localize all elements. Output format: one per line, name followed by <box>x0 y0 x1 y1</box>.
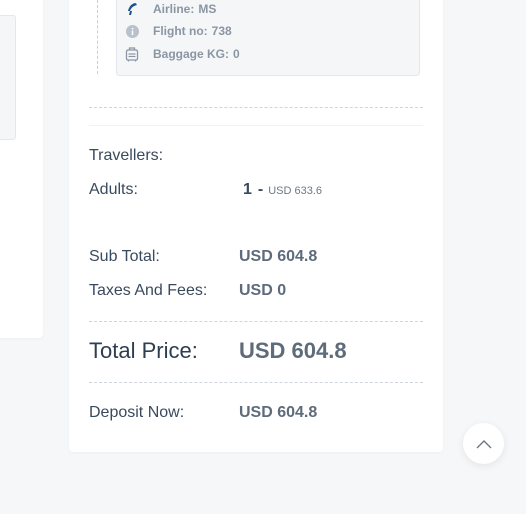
airline-logo-icon <box>125 2 139 16</box>
adults-price: USD 633.6 <box>268 185 323 197</box>
baggage-label: Baggage KG: <box>153 47 230 61</box>
chevron-up-icon <box>476 439 492 449</box>
divider <box>89 107 423 108</box>
subtotal-label: Sub Total: <box>89 248 160 265</box>
timeline-divider <box>97 0 98 74</box>
airline-value: MS <box>198 2 217 16</box>
taxes-value: USD 0 <box>239 282 287 299</box>
flight-number-label: Flight no: <box>153 24 208 38</box>
airline-label: Airline: <box>153 2 195 16</box>
airline-row: Airline: MS <box>125 2 216 16</box>
adults-value: 1 - USD 633.6 <box>243 181 322 199</box>
adults-dash: - <box>257 181 264 198</box>
travellers-label: Travellers: <box>89 147 164 164</box>
deposit-label: Deposit Now: <box>89 404 185 421</box>
total-price-label: Total Price: <box>89 338 198 363</box>
luggage-icon <box>125 47 139 62</box>
flight-number-row: Flight no: 738 <box>125 24 232 38</box>
subtotal-value: USD 604.8 <box>239 248 318 265</box>
divider <box>89 382 423 383</box>
flight-number-value: 738 <box>211 24 232 38</box>
adults-label: Adults: <box>89 181 138 198</box>
divider <box>89 125 423 126</box>
total-price-value: USD 604.8 <box>239 338 347 363</box>
left-panel-inner-box <box>0 15 16 140</box>
divider <box>89 321 423 322</box>
baggage-row: Baggage KG: 0 <box>125 47 240 62</box>
info-icon <box>125 24 139 38</box>
taxes-label: Taxes And Fees: <box>89 282 208 299</box>
deposit-value: USD 604.8 <box>239 404 318 421</box>
scroll-to-top-button[interactable] <box>463 423 504 464</box>
baggage-value: 0 <box>233 47 240 61</box>
adults-count: 1 <box>243 181 252 198</box>
